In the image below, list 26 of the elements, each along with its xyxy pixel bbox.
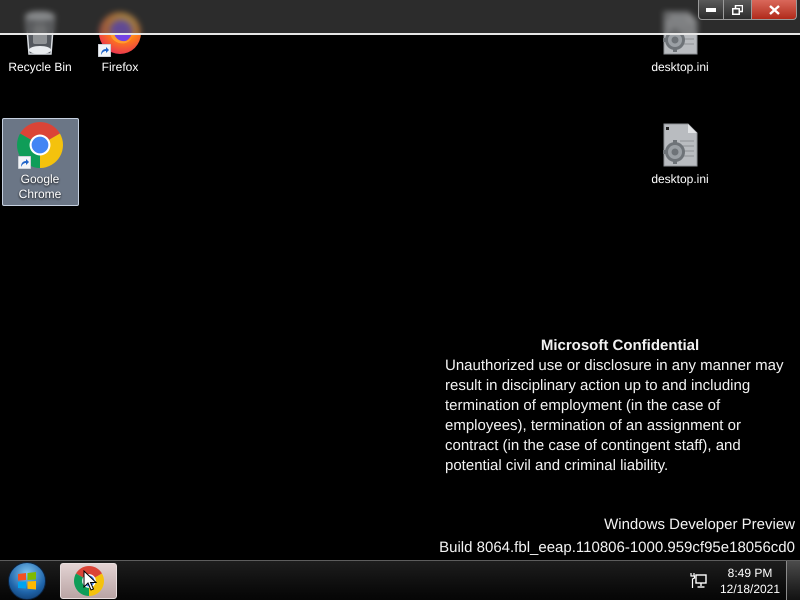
gear-file-icon (660, 123, 700, 167)
restore-button[interactable] (724, 0, 752, 20)
desktop-shortcut[interactable]: Google Chrome (2, 118, 78, 206)
desktop-shortcut[interactable]: Firefox (82, 6, 158, 79)
chrome-icon (17, 122, 63, 168)
minimize-button[interactable] (698, 0, 724, 20)
start-button[interactable] (8, 562, 46, 600)
windows-flag-icon (17, 572, 37, 590)
mouse-pointer-icon (83, 570, 97, 591)
clock-button[interactable]: 8:49 PM 12/18/2021 (721, 564, 779, 596)
notice-text: Unauthorized use or disclosure in any manner may result in disciplinary action up to and including termination of employment (in the case of employees), termination of an assignment or contract (in the case of contingent staff), and potential civil and criminal liability. (445, 356, 785, 476)
close-icon (768, 4, 780, 14)
network-icon[interactable] (690, 572, 707, 589)
close-button[interactable] (752, 0, 797, 20)
desktop-shortcut[interactable]: Recycle Bin (2, 6, 78, 79)
firefox-icon (98, 11, 142, 55)
minimize-icon (706, 8, 716, 12)
show-desktop-button[interactable] (786, 561, 800, 600)
restore-icon (732, 4, 743, 14)
gear-file-icon (660, 11, 700, 55)
recycle-bin-icon (23, 10, 57, 56)
desktop-shortcut[interactable]: desktop.ini (642, 118, 718, 191)
edition-text: Windows Developer Preview (604, 515, 795, 535)
notice-title: Microsoft Confidential (540, 336, 700, 356)
build-text: Build 8064.fbl_eeap.110806-1000.959cf95e18056cd0 (439, 538, 795, 558)
taskbar-app-button[interactable] (60, 562, 117, 598)
